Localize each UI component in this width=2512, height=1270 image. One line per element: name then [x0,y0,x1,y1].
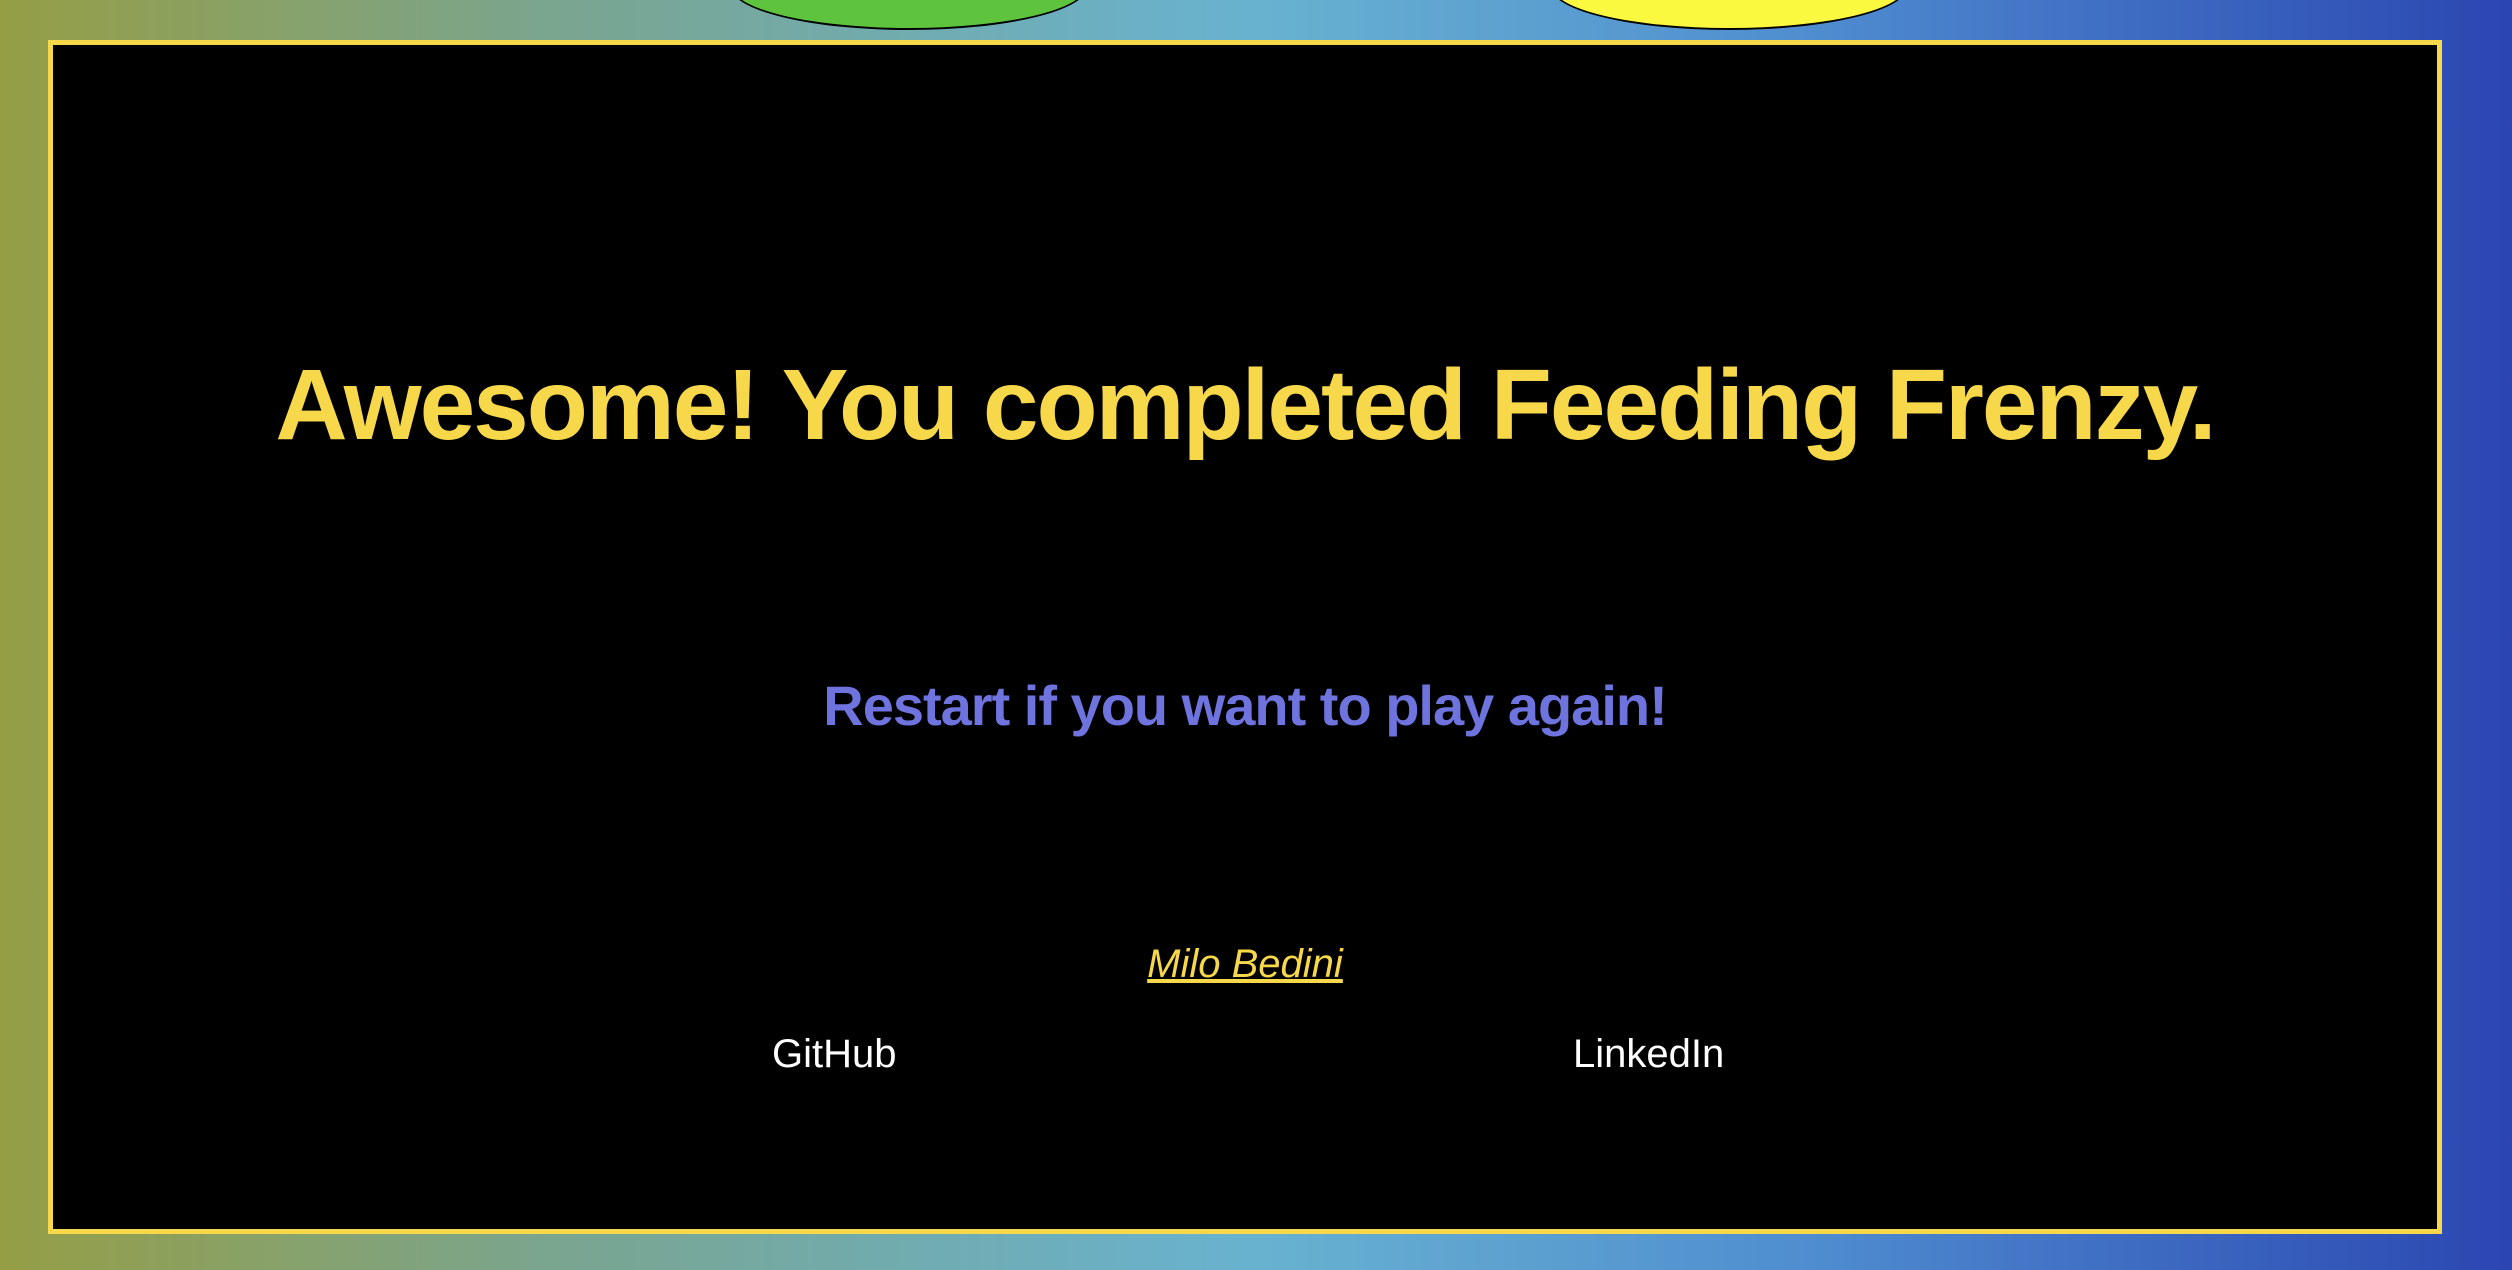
github-link[interactable]: GitHub [772,1030,897,1078]
green-fish-sprite [730,0,1088,30]
author-credit: Milo Bedini [53,940,2437,988]
yellow-fish-sprite [1550,0,1908,30]
author-link[interactable]: Milo Bedini [1147,942,1343,986]
completion-headline: Awesome! You completed Feeding Frenzy. [275,349,2216,461]
game-over-panel: Awesome! You completed Feeding Frenzy. R… [48,40,2442,1234]
linkedin-link[interactable]: LinkedIn [1573,1030,1724,1078]
restart-prompt: Restart if you want to play again! [823,674,1667,737]
